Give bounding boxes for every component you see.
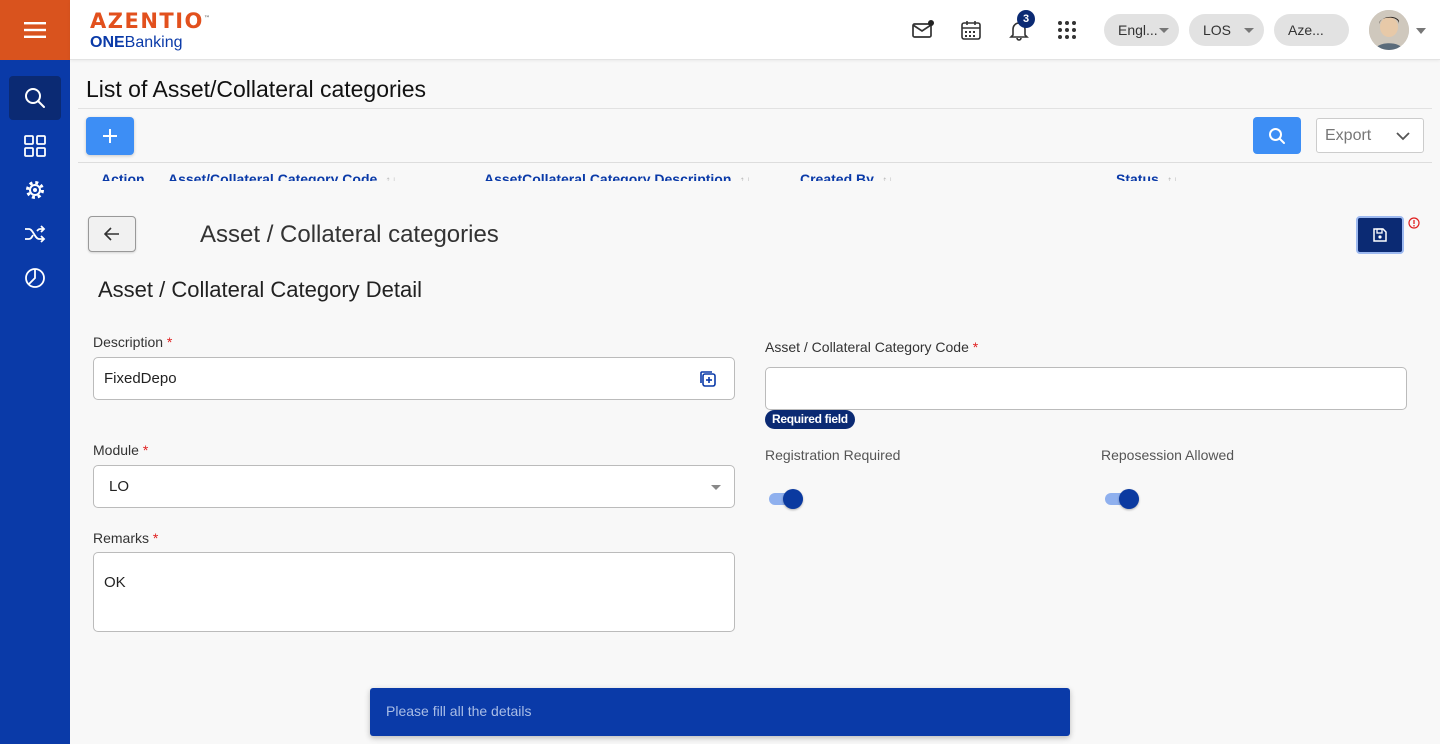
logo-brand: AZENTIO [90,9,204,33]
language-select[interactable]: Engl... [1104,14,1179,46]
module-value: LOS [1203,22,1232,38]
category-code-input[interactable] [765,367,1407,410]
toast-notification: Please fill all the details [370,688,1070,736]
column-header-action[interactable]: Action [101,171,145,181]
sidebar-item-workflow[interactable] [9,212,61,256]
arrow-left-icon [104,227,119,241]
column-header-code[interactable]: Asset/Collateral Category Code ↑↓ [168,171,397,181]
category-code-label: Asset / Collateral Category Code * [765,339,979,355]
chevron-down-icon [711,485,721,490]
list-page-title: List of Asset/Collateral categories [86,76,427,102]
description-label: Description * [93,334,173,350]
back-button[interactable] [88,216,136,252]
section-title: Asset / Collateral Category Detail [98,277,423,302]
registration-required-toggle[interactable] [765,489,805,509]
detail-title: Asset / Collateral categories [200,221,499,248]
apps-button[interactable] [1055,18,1079,42]
toast-message: Please fill all the details [386,703,532,719]
table-header-row: Action Asset/Collateral Category Code ↑↓ … [78,162,1432,181]
azentio-logo[interactable]: AZENTIO™ ONEBanking [90,8,210,53]
sidebar [0,0,70,744]
divider [78,108,1432,109]
calendar-button[interactable] [959,18,983,42]
sidebar-item-dashboard[interactable] [9,124,61,168]
remarks-label: Remarks * [93,530,159,546]
user-avatar[interactable] [1369,10,1409,50]
apps-grid-icon [1058,21,1076,39]
add-button[interactable] [86,117,134,155]
entity-select[interactable]: Aze... [1274,14,1349,46]
column-header-created-by[interactable]: Created By ↑↓ [800,171,894,181]
sidebar-item-search[interactable] [9,76,61,120]
sidebar-item-reports[interactable] [9,256,61,300]
column-header-description[interactable]: AssetCollateral Category Description ↑↓ [484,171,751,181]
user-photo-icon [1369,10,1409,50]
toggle-knob [1119,489,1139,509]
calendar-icon [961,21,981,40]
logo-sub-rest: Banking [124,34,183,51]
top-header: AZENTIO™ ONEBanking 3 Engl... LOS Aze... [70,0,1440,60]
entity-value: Aze... [1288,22,1324,38]
export-select[interactable]: Export [1316,118,1424,153]
chevron-down-icon [1396,132,1410,141]
notification-count-badge: 3 [1017,10,1035,28]
sort-icon[interactable]: ↑↓ [739,173,751,181]
sort-icon[interactable]: ↑↓ [882,173,894,181]
registration-required-label: Registration Required [765,447,901,463]
save-icon [1373,228,1387,242]
module-select[interactable]: LOS [1189,14,1264,46]
module-value: LO [109,478,130,495]
language-value: Engl... [1118,22,1158,38]
chevron-down-icon [1244,28,1254,33]
module-select[interactable]: LO [93,465,735,508]
description-value: FixedDepo [104,370,177,387]
remarks-textarea[interactable]: OK [93,552,735,632]
mail-icon [912,20,934,38]
sidebar-item-settings[interactable] [9,168,61,212]
mail-button[interactable] [911,18,935,42]
gear-icon [26,181,44,199]
save-button[interactable] [1356,216,1404,254]
required-field-error: Required field [765,410,855,429]
sort-icon[interactable]: ↑↓ [1167,173,1179,181]
export-label: Export [1325,127,1372,144]
toggle-knob [783,489,803,509]
profile-menu-chevron-icon[interactable] [1416,28,1426,34]
copy-add-icon[interactable] [699,370,717,388]
menu-icon [24,22,46,38]
reposession-allowed-toggle[interactable] [1101,489,1141,509]
logo-sub-bold: ONE [90,34,125,51]
chevron-down-icon [1159,28,1169,33]
search-icon [25,88,45,108]
hamburger-menu-button[interactable] [0,0,70,60]
detail-panel: Asset / Collateral categories Asset / Co… [70,181,1440,656]
description-input[interactable]: FixedDepo [93,357,735,400]
grid-icon [24,135,46,157]
search-icon [1269,127,1285,144]
error-alert-icon [1408,217,1420,229]
shuffle-icon [25,225,46,243]
reposession-allowed-label: Reposession Allowed [1101,447,1235,463]
pie-chart-icon [25,268,45,288]
remarks-value: OK [104,574,126,591]
plus-icon [103,129,117,143]
column-header-status[interactable]: Status ↑↓ [1116,171,1179,181]
module-label: Module * [93,442,149,458]
sort-icon[interactable]: ↑↓ [385,173,397,181]
table-search-button[interactable] [1253,117,1301,154]
